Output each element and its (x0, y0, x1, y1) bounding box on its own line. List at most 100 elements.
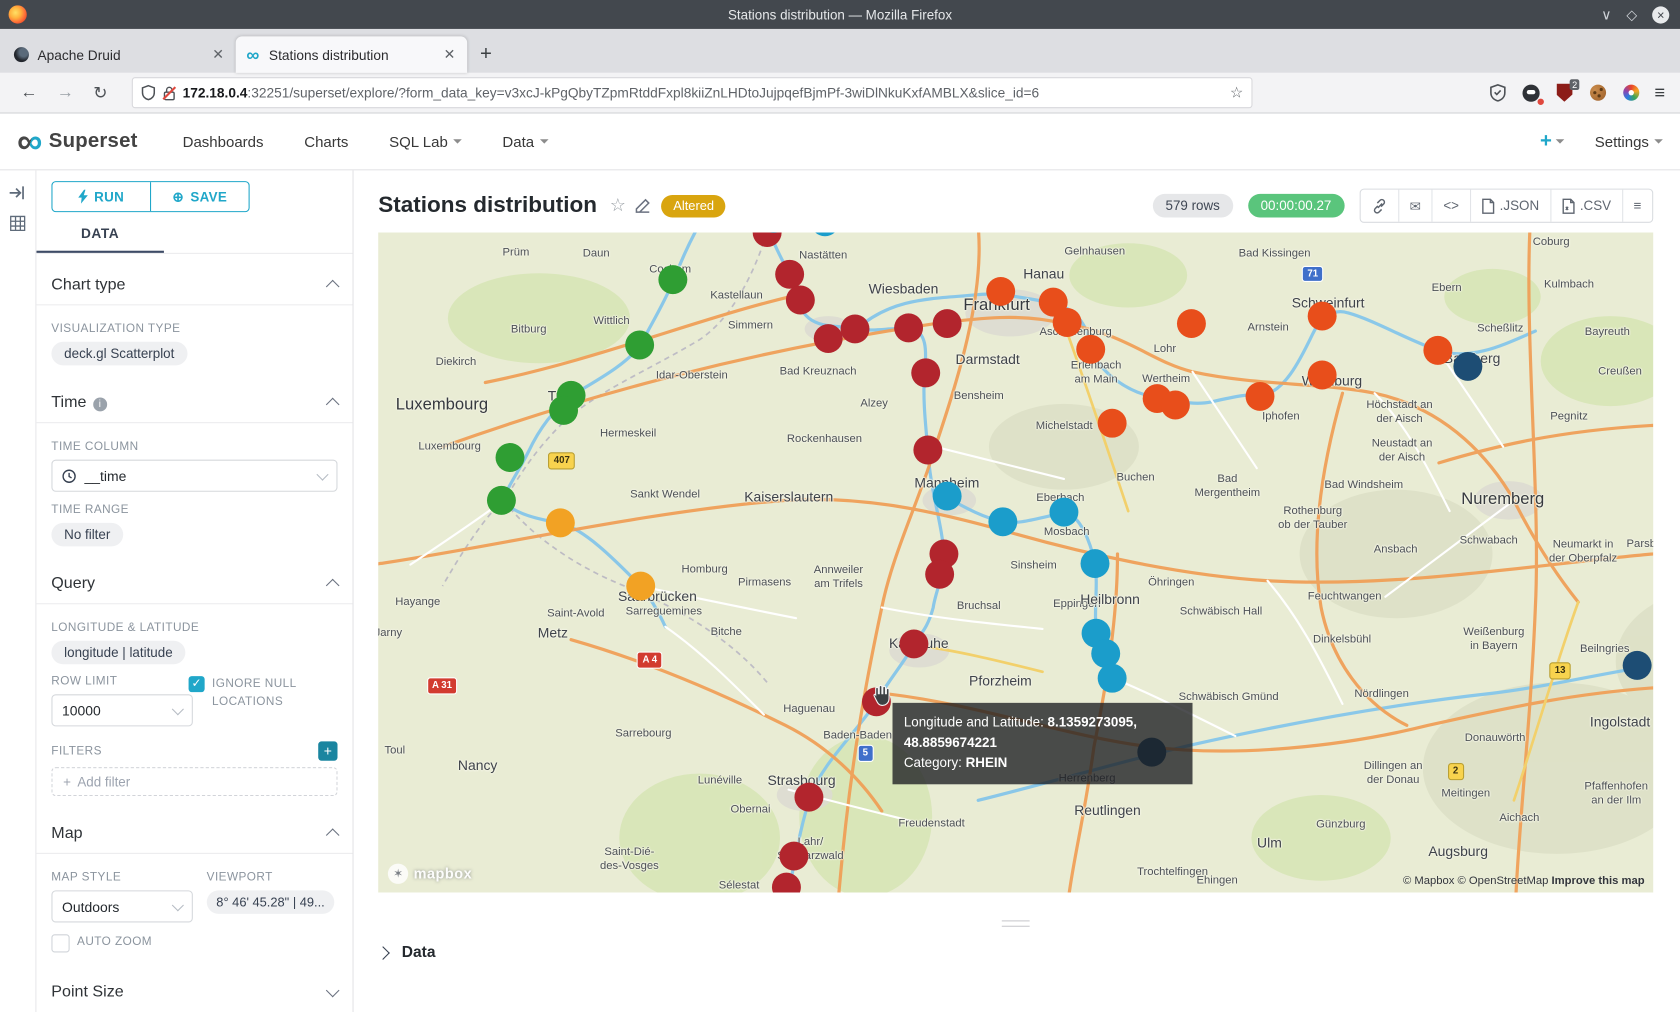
section-map[interactable]: Map (51, 824, 337, 842)
station-dot[interactable] (1076, 335, 1105, 364)
run-button[interactable]: RUN (52, 182, 150, 211)
minimize-button[interactable]: ∨ (1601, 6, 1611, 23)
edit-icon[interactable] (636, 198, 651, 213)
station-dot[interactable] (925, 560, 954, 589)
nav-dashboards[interactable]: Dashboards (183, 133, 264, 150)
station-dot[interactable] (495, 443, 524, 472)
viewport-value[interactable]: 8° 46' 45.28" | 49... (207, 890, 335, 914)
station-dot[interactable] (658, 265, 687, 294)
settings-menu[interactable]: Settings (1595, 133, 1663, 150)
station-dot[interactable] (1423, 336, 1452, 365)
mapbox-logo[interactable]: ✶ mapbox (388, 864, 472, 884)
tab-close-icon[interactable]: ✕ (209, 46, 227, 63)
station-dot[interactable] (1098, 409, 1127, 438)
station-dot[interactable] (549, 396, 578, 425)
station-dot[interactable] (986, 277, 1015, 306)
improve-map-link[interactable]: Improve this map (1551, 874, 1644, 887)
menu-icon[interactable]: ≡ (1654, 82, 1665, 103)
tab-apache-druid[interactable]: Apache Druid ✕ (4, 36, 235, 72)
forward-button[interactable]: → (47, 83, 83, 102)
nav-charts[interactable]: Charts (304, 133, 348, 150)
station-dot[interactable] (899, 629, 928, 658)
station-dot[interactable] (1080, 549, 1109, 578)
expand-panel-icon[interactable] (9, 185, 26, 200)
bookmark-star-icon[interactable]: ☆ (1230, 84, 1243, 102)
station-dot[interactable] (1454, 352, 1483, 381)
copy-link-button[interactable] (1360, 190, 1398, 222)
map-canvas[interactable]: PrümDaunCochemNastättenWiesbadenFrankfur… (378, 233, 1653, 893)
new-chart-button[interactable]: + (1540, 130, 1565, 154)
container-mask-icon[interactable] (1522, 83, 1541, 102)
back-button[interactable]: ← (11, 83, 47, 102)
station-dot[interactable] (546, 508, 575, 537)
section-time[interactable]: Timei (51, 393, 337, 411)
station-dot[interactable] (1307, 361, 1336, 390)
ublock-icon[interactable]: 2 (1555, 83, 1574, 102)
tab-data[interactable]: DATA (36, 225, 164, 253)
extension-shield-icon[interactable] (1488, 83, 1507, 102)
station-dot[interactable] (1161, 390, 1190, 419)
tab-close-icon[interactable]: ✕ (440, 46, 458, 63)
station-dot[interactable] (894, 313, 923, 342)
cookie-icon[interactable] (1588, 83, 1607, 102)
nav-sql-lab[interactable]: SQL Lab (389, 133, 462, 150)
station-dot[interactable] (1246, 382, 1275, 411)
export-csv-button[interactable]: .CSV (1550, 190, 1622, 222)
auto-zoom-checkbox[interactable] (51, 934, 69, 952)
station-dot[interactable] (1098, 664, 1127, 693)
reload-button[interactable]: ↻ (84, 82, 118, 103)
viz-type-value[interactable]: deck.gl Scatterplot (51, 342, 187, 366)
station-dot[interactable] (776, 260, 805, 289)
station-dot[interactable] (988, 507, 1017, 536)
time-column-select[interactable]: __time (51, 460, 337, 492)
station-dot[interactable] (932, 309, 961, 338)
station-dot[interactable] (1050, 498, 1079, 527)
station-dot[interactable] (795, 783, 824, 812)
favorite-star-icon[interactable]: ☆ (610, 195, 626, 216)
station-dot[interactable] (814, 324, 843, 353)
insecure-lock-icon[interactable] (163, 85, 176, 100)
station-dot[interactable] (786, 285, 815, 314)
ignore-null-checkbox[interactable]: ✓ (188, 676, 204, 692)
shield-icon[interactable] (142, 85, 156, 101)
email-button[interactable]: ✉ (1398, 190, 1432, 222)
lonlat-value[interactable]: longitude | latitude (51, 641, 185, 665)
close-button[interactable]: × (1652, 6, 1669, 23)
station-dot[interactable] (487, 486, 516, 515)
panel-resize-handle[interactable] (1002, 920, 1030, 926)
export-json-button[interactable]: .JSON (1470, 190, 1550, 222)
station-dot[interactable] (913, 436, 942, 465)
add-filter-plus-button[interactable]: + (318, 741, 337, 760)
station-dot[interactable] (911, 359, 940, 388)
section-query[interactable]: Query (51, 574, 337, 592)
station-dot[interactable] (1307, 302, 1336, 331)
new-tab-button[interactable]: + (467, 43, 505, 73)
dataset-grid-icon[interactable] (10, 215, 26, 231)
time-range-value[interactable]: No filter (51, 523, 123, 547)
station-dot[interactable] (625, 330, 654, 359)
station-dot[interactable] (1177, 309, 1206, 338)
tab-stations-distribution[interactable]: ∞ Stations distribution ✕ (236, 36, 467, 72)
map-style-select[interactable]: Outdoors (51, 890, 192, 922)
more-options-button[interactable]: ≡ (1622, 190, 1652, 222)
section-chart-type[interactable]: Chart type (51, 275, 337, 293)
map-city-label: Iphofen (1262, 410, 1300, 424)
nav-data[interactable]: Data (502, 133, 548, 150)
row-limit-select[interactable]: 10000 (51, 694, 192, 726)
maximize-button[interactable]: ◇ (1626, 6, 1637, 23)
add-filter-box[interactable]: + Add filter (51, 767, 337, 796)
save-button[interactable]: ⊕ SAVE (150, 182, 249, 211)
url-field[interactable]: 172.18.0.4:32251/superset/explore/?form_… (132, 77, 1253, 108)
station-dot[interactable] (932, 481, 961, 510)
superset-logo[interactable]: ∞ Superset (17, 127, 137, 155)
station-dot[interactable] (779, 842, 808, 871)
pinwheel-extension-icon[interactable] (1621, 83, 1640, 102)
station-dot[interactable] (841, 314, 870, 343)
embed-code-button[interactable]: <> (1432, 190, 1470, 222)
map-city-label: Luxembourg (396, 394, 488, 415)
data-panel-toggle[interactable]: Data (378, 944, 1653, 961)
station-dot[interactable] (1052, 308, 1081, 337)
station-dot[interactable] (626, 572, 655, 601)
station-dot[interactable] (1622, 651, 1651, 680)
section-point-size[interactable]: Point Size (51, 983, 337, 1001)
